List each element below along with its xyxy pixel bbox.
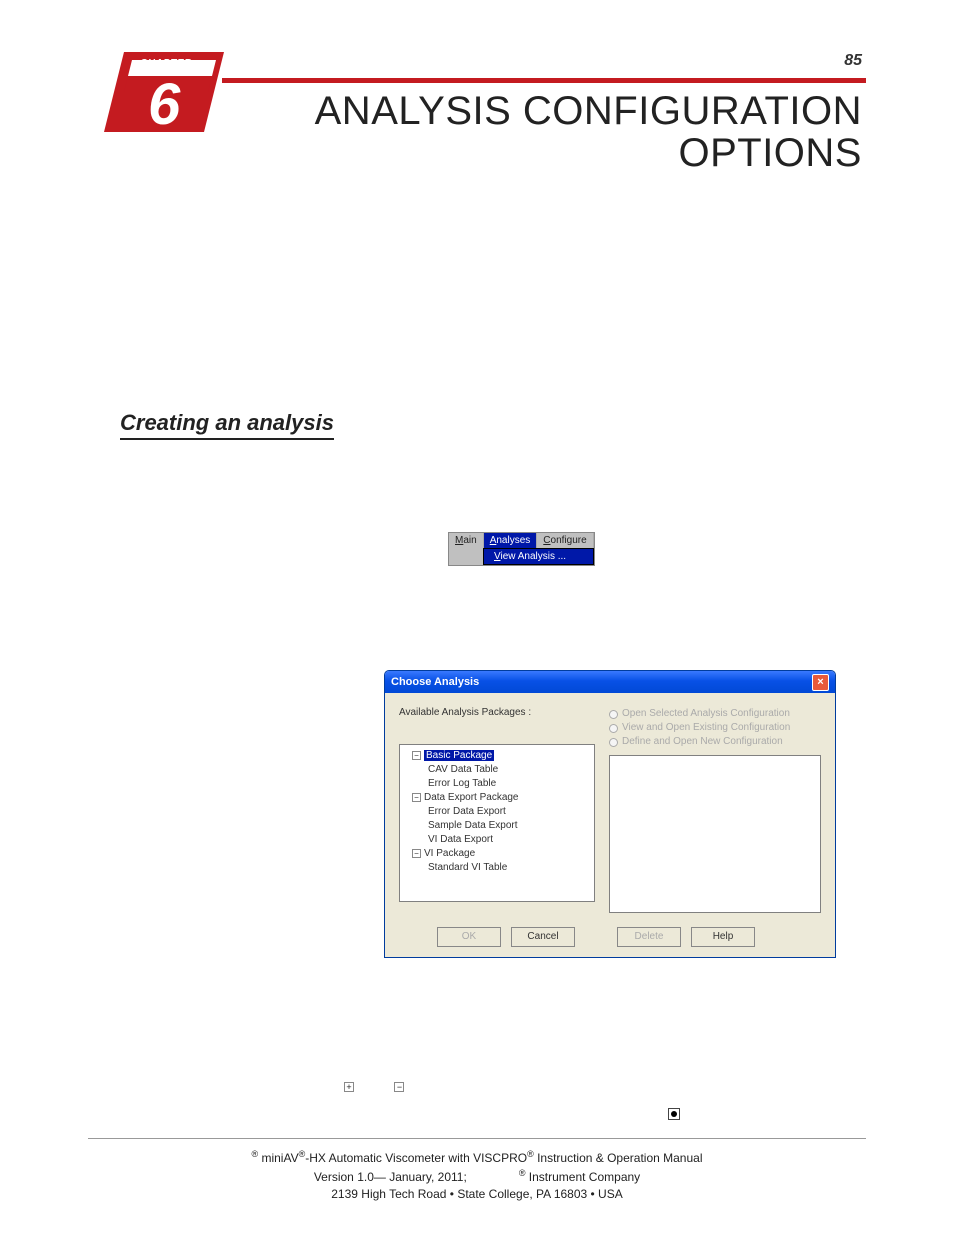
tree-leaf[interactable]: Error Log Table (428, 777, 592, 791)
tree-leaf[interactable]: Standard VI Table (428, 861, 592, 875)
help-button[interactable]: Help (691, 927, 755, 947)
section-heading: Creating an analysis (120, 410, 334, 440)
choose-analysis-dialog: Choose Analysis × Available Analysis Pac… (384, 670, 836, 958)
radio-open-selected[interactable]: Open Selected Analysis Configuration (609, 707, 821, 721)
tree-label: VI Package (424, 848, 475, 859)
title-line-2: OPTIONS (315, 132, 862, 174)
tree-node[interactable]: −Basic Package (412, 749, 592, 763)
svg-text:6: 6 (148, 72, 181, 136)
menu-main[interactable]: Main (449, 533, 484, 548)
collapse-icon[interactable]: − (412, 849, 421, 858)
tree-node[interactable]: −VI Package (412, 847, 592, 861)
tree-node[interactable]: −Data Export Package (412, 791, 592, 805)
radio-label: Open Selected Analysis Configuration (622, 707, 790, 721)
radio-icon (609, 710, 618, 719)
tree-leaf[interactable]: VI Data Export (428, 833, 592, 847)
menu-configure[interactable]: Configure (537, 533, 593, 548)
radio-define-new[interactable]: Define and Open New Configuration (609, 735, 821, 749)
radio-icon (609, 738, 618, 747)
footer-line-2: Version 1.0— January, 2011;® Instrument … (0, 1167, 954, 1186)
header-rule (222, 78, 866, 83)
cancel-button[interactable]: Cancel (511, 927, 575, 947)
dialog-titlebar[interactable]: Choose Analysis × (385, 671, 835, 693)
radio-view-existing[interactable]: View and Open Existing Configuration (609, 721, 821, 735)
page-title: ANALYSIS CONFIGURATION OPTIONS (315, 90, 862, 174)
inline-plus-minus-icons: + − (344, 1078, 404, 1096)
footer-line-1: ® miniAV®-HX Automatic Viscometer with V… (0, 1148, 954, 1167)
delete-button[interactable]: Delete (617, 927, 681, 947)
available-packages-label: Available Analysis Packages : (399, 707, 595, 718)
menu-sub-pad (449, 548, 483, 565)
tree-label: Data Export Package (424, 792, 519, 803)
menubar-figure: Main Analyses Configure View Analysis ..… (448, 532, 595, 566)
radio-label: View and Open Existing Configuration (622, 721, 790, 735)
ok-button[interactable]: OK (437, 927, 501, 947)
plus-icon: + (344, 1082, 354, 1092)
tree-leaf[interactable]: CAV Data Table (428, 763, 592, 777)
packages-tree[interactable]: −Basic Package CAV Data Table Error Log … (399, 744, 595, 902)
minus-icon: − (394, 1082, 404, 1092)
chapter-label: CHAPTER (140, 58, 192, 69)
configurations-listbox[interactable] (609, 755, 821, 913)
close-icon[interactable]: × (812, 674, 829, 691)
radio-label: Define and Open New Configuration (622, 735, 783, 749)
collapse-icon[interactable]: − (412, 751, 421, 760)
footer-rule (88, 1138, 866, 1139)
page-number: 85 (844, 52, 862, 70)
menu-analyses[interactable]: Analyses (484, 533, 538, 548)
chapter-badge: 6 CHAPTER (104, 48, 234, 136)
radio-inline-icon (668, 1108, 680, 1120)
footer: ® miniAV®-HX Automatic Viscometer with V… (0, 1148, 954, 1202)
dialog-title: Choose Analysis (391, 676, 479, 688)
collapse-icon[interactable]: − (412, 793, 421, 802)
menu-view-analysis[interactable]: View Analysis ... (483, 548, 594, 565)
tree-leaf[interactable]: Error Data Export (428, 805, 592, 819)
tree-leaf[interactable]: Sample Data Export (428, 819, 592, 833)
title-line-1: ANALYSIS CONFIGURATION (315, 90, 862, 132)
footer-line-3: 2139 High Tech Road • State College, PA … (0, 1186, 954, 1203)
tree-label: Basic Package (424, 750, 494, 761)
radio-icon (609, 724, 618, 733)
